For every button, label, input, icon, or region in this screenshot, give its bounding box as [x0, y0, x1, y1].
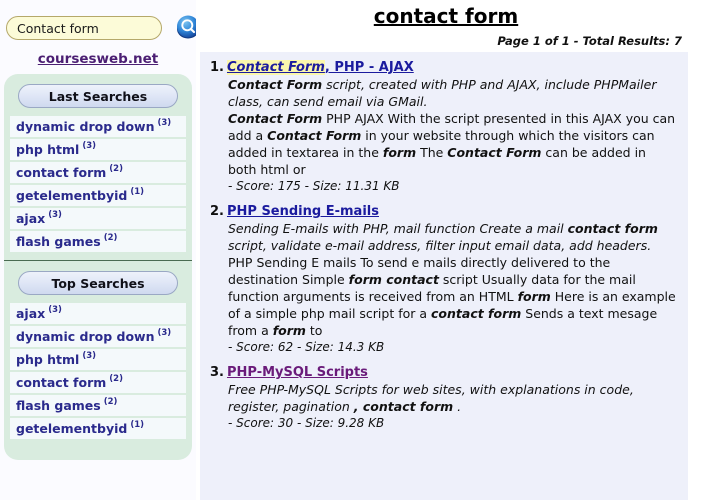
top-searches-list: ajax (3) dynamic drop down (3) php html (3) co… [10, 303, 186, 441]
result-number: 3. [210, 365, 224, 380]
result-title-rest: PHP Sending E-mails [226, 204, 379, 219]
result-number: 2. [210, 204, 224, 219]
search-keyword-item[interactable]: flash games (2) [10, 231, 186, 252]
search-keyword-item[interactable]: php html (3) [10, 139, 186, 160]
result-body: Sending E-mails with PHP, mail function … [228, 220, 676, 356]
search-keyword-count: (1) [130, 419, 145, 430]
result-heading: 3. PHP-MySQL Scripts [210, 365, 676, 380]
site-link[interactable]: coursesweb.net [38, 51, 158, 67]
search-keyword-label: ajax [16, 306, 46, 321]
result-description: Free PHP-MySQL Scripts for web sites, wi… [228, 382, 634, 414]
result-item: 3. PHP-MySQL Scripts Free PHP-MySQL Scrip… [210, 365, 676, 432]
search-keyword-item[interactable]: getelementbyid (1) [10, 185, 186, 206]
search-keyword-count: (2) [109, 373, 123, 384]
result-body: Free PHP-MySQL Scripts for web sites, wi… [228, 381, 676, 432]
search-keyword-count: (2) [109, 163, 123, 174]
search-keyword-count: (3) [157, 117, 172, 128]
sidebar: coursesweb.net Last Searches dynamic dro… [0, 0, 199, 500]
result-body: Contact Form script, created with PHP an… [228, 76, 676, 195]
result-score: - Score: 30 - Size: 9.28 KB [228, 416, 385, 430]
search-keyword-label: dynamic drop down [16, 119, 155, 134]
last-searches-list: dynamic drop down (3) php html (3) contact f… [10, 116, 186, 254]
top-searches-title: Top Searches [18, 271, 178, 295]
search-keyword-label: getelementbyid [16, 188, 128, 203]
search-input[interactable] [6, 16, 162, 40]
result-snippet: PHP Sending E mails To send e mails dire… [228, 255, 676, 338]
result-title-rest: , PHP - AJAX [324, 60, 414, 75]
search-results-page: coursesweb.net Last Searches dynamic dro… [0, 0, 704, 500]
top-searches-panel: Top Searches ajax (3) dynamic drop down (3)… [4, 260, 192, 460]
search-keyword-count: (3) [82, 140, 97, 151]
search-keyword-item[interactable]: flash games (2) [10, 395, 186, 416]
result-title-highlight: Contact Form [226, 60, 325, 75]
search-keyword-count: (3) [157, 327, 172, 338]
site-link-wrapper: coursesweb.net [0, 48, 196, 67]
result-score: - Score: 175 - Size: 11.31 KB [228, 179, 400, 193]
search-keyword-label: ajax [16, 211, 46, 226]
search-keyword-item[interactable]: dynamic drop down (3) [10, 326, 186, 347]
result-title-link[interactable]: PHP Sending E-mails [227, 204, 379, 219]
page-title: contact form [373, 4, 519, 28]
results-summary: Page 1 of 1 - Total Results: 7 [497, 34, 682, 48]
result-item: 1. Contact Form, PHP - AJAX Contact Form … [210, 60, 676, 195]
search-keyword-label: flash games [16, 234, 101, 249]
result-title-link[interactable]: PHP-MySQL Scripts [227, 365, 368, 380]
result-heading: 1. Contact Form, PHP - AJAX [210, 60, 676, 75]
last-searches-panel: Last Searches dynamic drop down (3) php ht… [4, 74, 192, 260]
search-keyword-count: (3) [82, 350, 97, 361]
main-content: contact form Page 1 of 1 - Total Results… [196, 0, 704, 500]
search-keyword-label: php html [16, 142, 80, 157]
result-snippet: Contact Form PHP AJAX With the script pr… [228, 111, 676, 177]
search-keyword-item[interactable]: contact form (2) [10, 162, 186, 183]
result-score: - Score: 62 - Size: 14.3 KB [228, 340, 385, 354]
search-keyword-count: (2) [103, 396, 118, 407]
result-description: Sending E-mails with PHP, mail function … [228, 221, 658, 253]
search-keyword-label: getelementbyid [16, 421, 128, 436]
result-description: Contact Form script, created with PHP an… [228, 77, 657, 109]
search-keyword-label: dynamic drop down [16, 329, 155, 344]
last-searches-title: Last Searches [18, 84, 178, 108]
search-keyword-label: flash games [16, 398, 101, 413]
search-keyword-count: (1) [130, 186, 145, 197]
search-keyword-item[interactable]: ajax (3) [10, 303, 186, 324]
result-number: 1. [210, 60, 224, 75]
search-keyword-item[interactable]: ajax (3) [10, 208, 186, 229]
result-heading: 2. PHP Sending E-mails [210, 204, 676, 219]
search-keyword-item[interactable]: dynamic drop down (3) [10, 116, 186, 137]
search-keyword-label: contact form [16, 165, 107, 180]
results-list: 1. Contact Form, PHP - AJAX Contact Form … [200, 52, 688, 500]
search-keyword-count: (3) [48, 209, 62, 220]
search-keyword-label: php html [16, 352, 80, 367]
result-item: 2. PHP Sending E-mails Sending E-mails wi… [210, 204, 676, 356]
search-keyword-item[interactable]: getelementbyid (1) [10, 418, 186, 439]
search-keyword-count: (3) [48, 304, 62, 315]
result-title-link[interactable]: Contact Form, PHP - AJAX [226, 60, 414, 75]
search-keyword-label: contact form [16, 375, 107, 390]
search-keyword-item[interactable]: php html (3) [10, 349, 186, 370]
search-keyword-item[interactable]: contact form (2) [10, 372, 186, 393]
search-bar [6, 14, 199, 44]
search-keyword-count: (2) [103, 232, 118, 243]
result-title-rest: PHP-MySQL Scripts [226, 365, 368, 380]
